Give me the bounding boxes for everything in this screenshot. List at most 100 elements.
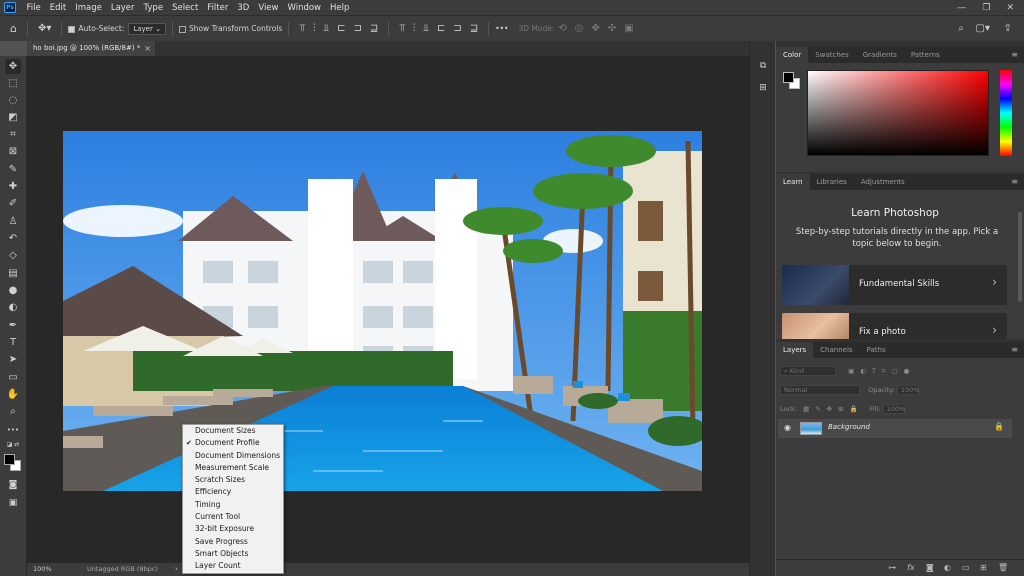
- status-menu-arrow-icon[interactable]: ›: [175, 563, 178, 576]
- menu-3d[interactable]: 3D: [233, 3, 254, 13]
- eyedropper-tool-icon[interactable]: ✎: [5, 162, 21, 177]
- menu-image[interactable]: Image: [71, 3, 107, 13]
- layer-name[interactable]: Background: [828, 423, 870, 431]
- blend-mode-dropdown[interactable]: Normal: [780, 385, 860, 395]
- home-icon[interactable]: ⌂: [10, 22, 17, 35]
- menu-item-document-profile[interactable]: ✔ Document Profile: [183, 437, 283, 449]
- delete-icon[interactable]: 🗑: [998, 563, 1008, 572]
- restore-icon[interactable]: ❐: [982, 3, 990, 13]
- document-tab[interactable]: ho boi.jpg @ 100% (RGB/8#) * ×: [27, 41, 155, 56]
- history-brush-tool-icon[interactable]: ↶: [5, 231, 21, 246]
- distribute-top-icon[interactable]: ⫪: [399, 23, 405, 34]
- align-vcenter-icon[interactable]: ⫶: [313, 23, 316, 34]
- blur-tool-icon[interactable]: ●: [5, 283, 21, 298]
- auto-select-checkbox[interactable]: [68, 25, 76, 33]
- menu-item-save-progress[interactable]: Save Progress: [183, 536, 283, 548]
- properties-panel-icon[interactable]: ⊞: [757, 83, 769, 95]
- close-icon[interactable]: ×: [144, 41, 151, 56]
- menu-edit[interactable]: Edit: [45, 3, 70, 13]
- distribute-left-icon[interactable]: ⊏: [437, 23, 445, 34]
- show-transform-toggle[interactable]: Show Transform Controls: [178, 24, 282, 33]
- menu-type[interactable]: Type: [139, 3, 168, 13]
- distribute-right-icon[interactable]: ⊒: [470, 23, 478, 34]
- lock-icons[interactable]: ▦✎✥⊞🔒: [803, 405, 864, 413]
- menu-item-32-bit-exposure[interactable]: 32-bit Exposure: [183, 523, 283, 535]
- panel-menu-icon[interactable]: ≡: [1011, 47, 1018, 63]
- menu-window[interactable]: Window: [283, 3, 326, 13]
- quick-mask-icon[interactable]: ◙: [5, 478, 21, 493]
- tab-learn[interactable]: Learn: [776, 174, 810, 190]
- eye-icon[interactable]: ◉: [784, 423, 791, 432]
- show-transform-checkbox[interactable]: [178, 25, 186, 33]
- tab-patterns[interactable]: Patterns: [904, 47, 947, 63]
- menu-select[interactable]: Select: [168, 3, 203, 13]
- menu-item-smart-objects[interactable]: Smart Objects: [183, 548, 283, 560]
- learn-card-fundamental-skills[interactable]: Fundamental Skills ›: [782, 265, 1007, 305]
- align-left-icon[interactable]: ⊏: [337, 23, 345, 34]
- align-hcenter-icon[interactable]: ⊐: [353, 23, 361, 34]
- tab-swatches[interactable]: Swatches: [808, 47, 855, 63]
- zoom-tool-icon[interactable]: ⌕: [5, 404, 21, 419]
- learn-card-fix-a-photo[interactable]: Fix a photo ›: [782, 313, 1007, 339]
- menu-layer[interactable]: Layer: [106, 3, 139, 13]
- color-picker-field[interactable]: [807, 70, 989, 156]
- 3d-slide-icon[interactable]: ✣: [608, 23, 616, 34]
- tab-adjustments[interactable]: Adjustments: [854, 174, 912, 190]
- distribute-hcenter-icon[interactable]: ⊐: [453, 23, 461, 34]
- clone-stamp-tool-icon[interactable]: ♙: [5, 214, 21, 229]
- align-bottom-icon[interactable]: ⫫: [323, 23, 329, 34]
- more-options-button[interactable]: •••: [495, 24, 508, 33]
- align-top-icon[interactable]: ⫪: [299, 23, 305, 34]
- fill-field[interactable]: 100%: [882, 404, 905, 414]
- path-select-tool-icon[interactable]: ➤: [5, 352, 21, 367]
- history-panel-icon[interactable]: ⧉: [757, 61, 769, 73]
- 3d-scale-icon[interactable]: ▣: [624, 23, 633, 34]
- search-icon[interactable]: ⌕: [958, 23, 964, 34]
- screen-mode-icon[interactable]: ▣: [5, 496, 21, 511]
- auto-select-toggle[interactable]: Auto-Select:: [68, 24, 124, 33]
- eraser-tool-icon[interactable]: ◇: [5, 248, 21, 263]
- tab-gradients[interactable]: Gradients: [856, 47, 904, 63]
- menu-item-efficiency[interactable]: Efficiency: [183, 486, 283, 498]
- menu-view[interactable]: View: [254, 3, 283, 13]
- frame-tool-icon[interactable]: ⊠: [5, 144, 21, 159]
- marquee-tool-icon[interactable]: ⬚: [5, 76, 21, 91]
- fx-icon[interactable]: fx: [907, 563, 915, 572]
- workspace-icon[interactable]: ▢▾: [976, 23, 990, 34]
- align-right-icon[interactable]: ⊒: [370, 23, 378, 34]
- swap-colors-icon[interactable]: ◪ ⇄: [5, 440, 21, 450]
- layer-filter-kind[interactable]: ⌕ Kind: [780, 366, 836, 376]
- move-tool-preset-icon[interactable]: ✥▾: [38, 23, 51, 34]
- menu-item-measurement-scale[interactable]: Measurement Scale: [183, 462, 283, 474]
- menu-help[interactable]: Help: [326, 3, 354, 13]
- pen-tool-icon[interactable]: ✒: [5, 318, 21, 333]
- menu-item-document-sizes[interactable]: Document Sizes: [183, 425, 283, 437]
- tab-channels[interactable]: Channels: [813, 342, 859, 358]
- distribute-bottom-icon[interactable]: ⫫: [423, 23, 429, 34]
- adjustment-icon[interactable]: ◐: [944, 563, 951, 572]
- tab-paths[interactable]: Paths: [860, 342, 893, 358]
- learn-scrollbar[interactable]: [1018, 212, 1022, 302]
- move-tool-icon[interactable]: ✥: [5, 59, 21, 74]
- brush-tool-icon[interactable]: ✐: [5, 196, 21, 211]
- mask-icon[interactable]: ◙: [926, 563, 934, 572]
- menu-filter[interactable]: Filter: [203, 3, 233, 13]
- menu-item-layer-count[interactable]: Layer Count: [183, 560, 283, 572]
- group-icon[interactable]: ▭: [962, 563, 970, 572]
- auto-select-target-dropdown[interactable]: Layer ⌄: [128, 22, 166, 35]
- close-window-icon[interactable]: ✕: [1006, 3, 1014, 13]
- panel-menu-icon[interactable]: ≡: [1011, 174, 1018, 190]
- lasso-tool-icon[interactable]: ◌: [5, 93, 21, 108]
- tab-color[interactable]: Color: [776, 47, 809, 63]
- gradient-tool-icon[interactable]: ▤: [5, 266, 21, 281]
- more-tools-icon[interactable]: •••: [5, 423, 21, 438]
- opacity-field[interactable]: 100%: [896, 385, 919, 395]
- menu-item-current-tool[interactable]: Current Tool: [183, 511, 283, 523]
- filter-type-icons[interactable]: ▣◐T⌗▢●: [848, 367, 915, 375]
- type-tool-icon[interactable]: T: [5, 335, 21, 350]
- rectangle-tool-icon[interactable]: ▭: [5, 370, 21, 385]
- crop-tool-icon[interactable]: ⌗: [5, 127, 21, 142]
- color-foreground-swatch[interactable]: [783, 72, 794, 83]
- menu-item-scratch-sizes[interactable]: Scratch Sizes: [183, 474, 283, 486]
- link-icon[interactable]: ⊶: [888, 563, 896, 572]
